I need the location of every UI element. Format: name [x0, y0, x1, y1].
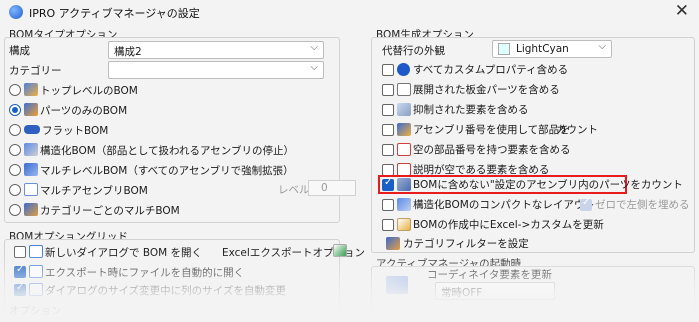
title-bar: IPRO アクティブマネージャの設定 ✕ — [0, 0, 699, 24]
flat-bom-icon — [24, 125, 40, 134]
check-label-empty-part-number: 空の部品番号を持つ要素を含める — [413, 144, 571, 156]
category-label: カテゴリー — [9, 65, 62, 77]
coordinator-value: 常時OFF — [441, 287, 483, 299]
chevron-down-icon: ⌵ — [310, 42, 318, 53]
grid-checkbox-new-dialog[interactable] — [14, 246, 26, 258]
chevron-down-icon: ⌵ — [598, 41, 606, 52]
radio-label: カテゴリーごとのマルチBOM — [40, 205, 180, 217]
custom-property-icon — [397, 63, 410, 76]
check-label-compact-layout: 構造化BOMのコンパクトなレイアウト — [413, 199, 595, 211]
empty-part-number-icon — [397, 143, 411, 156]
check-label-exclude-from-bom: BOMに含めない"設定のアセンブリ内のパーツをカウント — [413, 179, 683, 191]
category-multi-bom-icon — [24, 203, 38, 216]
structured-bom-icon — [24, 143, 38, 156]
multi-assembly-bom-icon — [24, 183, 38, 196]
config-combo[interactable]: 構成2 ⌵ — [108, 41, 324, 59]
multilevel-bom-icon — [24, 163, 38, 176]
check-label-custom-property: すべてカスタムプロパティ含める — [413, 64, 569, 76]
level-value: 0 — [321, 182, 328, 194]
options-section-label: オプション — [9, 305, 62, 317]
grid-checkbox-auto-resize[interactable] — [14, 282, 26, 296]
app-icon — [9, 5, 23, 19]
config-label: 構成 — [9, 45, 30, 57]
category-filter-icon — [386, 237, 400, 250]
checkbox-sheet-metal[interactable] — [382, 84, 394, 96]
suppressed-element-icon — [397, 103, 411, 116]
assembly-number-icon — [397, 123, 411, 136]
excel-update-icon — [397, 218, 411, 231]
grid-checkbox-auto-open[interactable] — [14, 264, 26, 278]
category-combo[interactable]: ⌵ — [108, 61, 324, 79]
radio-label: トップレベルのBOM — [40, 85, 138, 97]
grid-label-auto-open: エクスポート時にファイルを自動的に開く — [45, 267, 245, 279]
export-icon — [29, 265, 43, 278]
radio-label: パーツのみのBOM — [40, 105, 128, 117]
config-value: 構成2 — [114, 46, 142, 58]
window-title: IPRO アクティブマネージャの設定 — [29, 7, 200, 20]
radio-button[interactable] — [9, 164, 21, 176]
check-label-sheet-metal: 展開された板金パーツを含める — [413, 84, 560, 96]
radio-label: マルチアセンブリBOM — [40, 185, 148, 197]
radio-label: 構造化BOM（部品として扱われるアセンブリの停止） — [40, 145, 294, 157]
coordinator-label: コーディネイタ要素を更新 — [427, 269, 552, 281]
resize-icon — [29, 283, 43, 296]
chevron-down-icon: ⌵ — [310, 62, 318, 73]
level-input[interactable]: 0 — [308, 180, 356, 196]
radio-button[interactable] — [9, 124, 21, 136]
alt-row-value: LightCyan — [516, 43, 569, 55]
radio-button[interactable] — [9, 204, 21, 216]
alt-row-combo[interactable]: LightCyan ⌵ — [492, 40, 612, 58]
checkbox-excel-update[interactable] — [382, 219, 394, 231]
radio-button[interactable] — [9, 84, 21, 96]
close-icon[interactable]: ✕ — [675, 2, 689, 20]
radio-label: フラットBOM — [42, 125, 109, 137]
radio-button[interactable] — [9, 144, 21, 156]
parts-only-bom-icon — [24, 103, 38, 116]
grid-label-auto-resize: ダイアログのサイズ変更中に列のサイズを自動変更 — [45, 285, 286, 297]
check-label-suppressed: 抑制された要素を含める — [413, 104, 529, 116]
compact-layout-icon — [397, 198, 411, 211]
checkbox-suppressed[interactable] — [382, 104, 394, 116]
dialog-icon — [29, 245, 43, 258]
left-align-zero-label: ゼロで左側を埋める — [595, 199, 690, 211]
checkbox-assembly-number[interactable] — [382, 124, 394, 136]
radio-button[interactable] — [9, 104, 21, 116]
checkbox-empty-part-number[interactable] — [382, 144, 394, 156]
sheet-metal-icon — [397, 83, 411, 96]
radio-label: マルチレベルBOM（すべてのアセンブリで強制拡張） — [40, 165, 294, 177]
exclude-from-bom-icon — [397, 178, 411, 191]
coordinator-combo[interactable]: 常時OFF — [435, 282, 555, 300]
grid-label-new-dialog: 新しいダイアログで BOM を開く — [45, 247, 203, 259]
alt-row-label: 代替行の外観 — [382, 45, 445, 57]
level-label: レベル — [278, 184, 310, 196]
excel-export-options-icon[interactable] — [333, 244, 347, 257]
check-label-assembly-number: アセンブリ番号を使用して部品を — [413, 124, 570, 136]
checkbox-left-align-zero[interactable] — [580, 197, 592, 211]
checkbox-exclude-from-bom[interactable] — [382, 177, 394, 191]
check-label-excel-update: BOMの作成中にExcel->カスタムを更新 — [413, 219, 604, 231]
category-filter-button[interactable]: カテゴリフィルターを設定 — [403, 236, 529, 251]
coordinator-icon — [386, 276, 408, 294]
radio-button[interactable] — [9, 184, 21, 196]
top-level-bom-icon — [24, 83, 38, 96]
checkbox-custom-property[interactable] — [382, 64, 394, 76]
checkbox-compact-layout[interactable] — [382, 199, 394, 211]
count-label: カウント — [556, 124, 598, 136]
color-swatch — [498, 43, 510, 55]
